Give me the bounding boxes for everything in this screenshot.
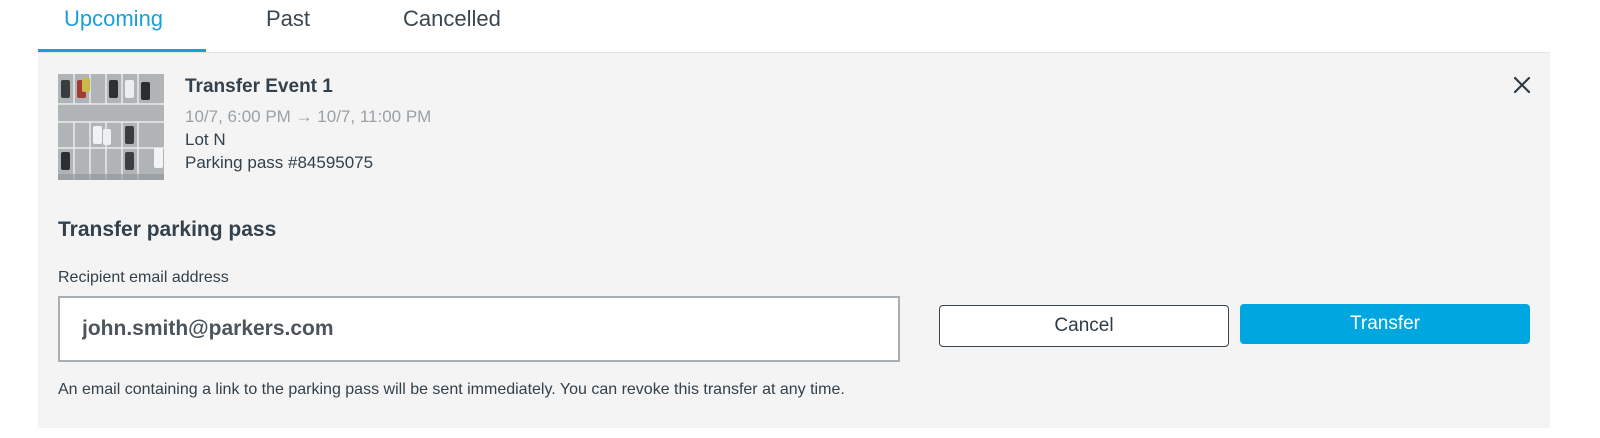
transfer-button[interactable]: Transfer <box>1240 304 1530 344</box>
tab-past[interactable]: Past <box>266 6 310 32</box>
recipient-email-input[interactable] <box>58 296 900 362</box>
tab-upcoming[interactable]: Upcoming <box>64 6 163 32</box>
event-lot: Lot N <box>185 130 226 149</box>
transfer-help-text: An email containing a link to the parkin… <box>58 381 845 398</box>
close-icon[interactable] <box>1510 73 1534 97</box>
event-title: Transfer Event 1 <box>185 76 333 97</box>
parking-pass-number: Parking pass #84595075 <box>185 153 374 172</box>
transfer-section-title: Transfer parking pass <box>58 218 277 241</box>
tab-bar: Upcoming Past Cancelled <box>38 0 1550 53</box>
event-time-range: 10/7, 6:00 PM → 10/7, 11:00 PM <box>185 107 432 126</box>
parking-lot-image <box>58 74 164 180</box>
recipient-email-label: Recipient email address <box>58 269 229 286</box>
active-tab-indicator <box>38 49 206 52</box>
event-thumbnail <box>58 74 164 180</box>
tab-cancelled[interactable]: Cancelled <box>403 6 501 32</box>
transfer-panel: Transfer Event 1 10/7, 6:00 PM → 10/7, 1… <box>38 53 1550 428</box>
cancel-button[interactable]: Cancel <box>939 305 1229 347</box>
